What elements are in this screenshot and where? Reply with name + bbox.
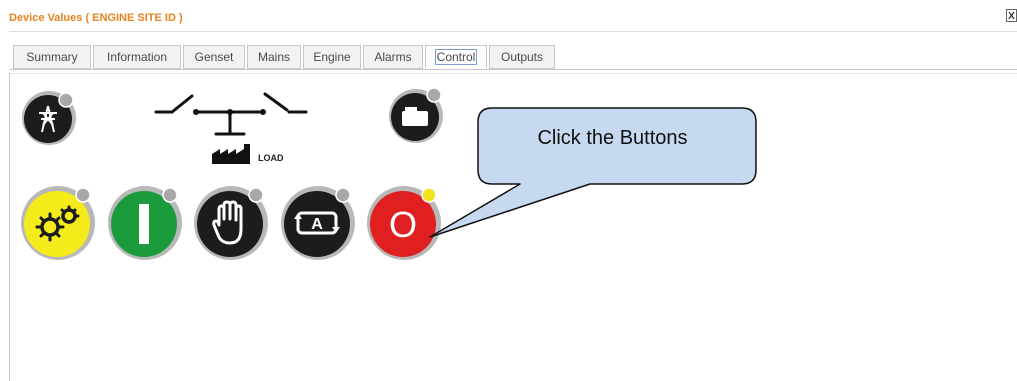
test-mode-button[interactable]: A bbox=[280, 183, 358, 261]
auto-mode-button[interactable] bbox=[20, 183, 98, 261]
start-button[interactable] bbox=[107, 183, 185, 261]
gears-icon bbox=[21, 186, 95, 260]
start-bar-icon bbox=[108, 186, 182, 260]
tab-control[interactable]: Control bbox=[425, 45, 487, 69]
tab-information[interactable]: Information bbox=[93, 45, 181, 69]
callout-text: Click the Buttons bbox=[537, 127, 688, 149]
tab-genset[interactable]: Genset bbox=[183, 45, 245, 69]
svg-text:A: A bbox=[311, 216, 323, 233]
tab-engine[interactable]: Engine bbox=[303, 45, 361, 69]
generator-icon bbox=[389, 87, 443, 143]
load-label: LOAD bbox=[258, 153, 284, 163]
power-pylon-icon bbox=[22, 91, 76, 145]
factory-icon bbox=[212, 144, 250, 164]
svg-text:O: O bbox=[389, 204, 417, 245]
generator-status-button[interactable] bbox=[388, 86, 444, 143]
tab-divider bbox=[9, 69, 1017, 70]
tab-mains[interactable]: Mains bbox=[247, 45, 301, 69]
close-button[interactable]: X bbox=[1006, 9, 1017, 22]
transfer-switch-icon bbox=[154, 92, 308, 136]
tab-outputs[interactable]: Outputs bbox=[489, 45, 555, 69]
manual-mode-button[interactable] bbox=[193, 183, 271, 261]
stop-icon: O bbox=[367, 186, 441, 260]
auto-test-icon: A bbox=[281, 186, 355, 260]
hand-icon bbox=[194, 186, 268, 260]
title-divider bbox=[9, 31, 1017, 32]
content-divider bbox=[9, 73, 1017, 74]
content-left-border bbox=[9, 73, 10, 381]
tab-alarms[interactable]: Alarms bbox=[363, 45, 423, 69]
window-title: Device Values ( ENGINE SITE ID ) bbox=[9, 12, 183, 24]
tab-summary[interactable]: Summary bbox=[13, 45, 91, 69]
mains-status-button[interactable] bbox=[20, 89, 78, 147]
stop-button[interactable]: O bbox=[366, 183, 444, 261]
